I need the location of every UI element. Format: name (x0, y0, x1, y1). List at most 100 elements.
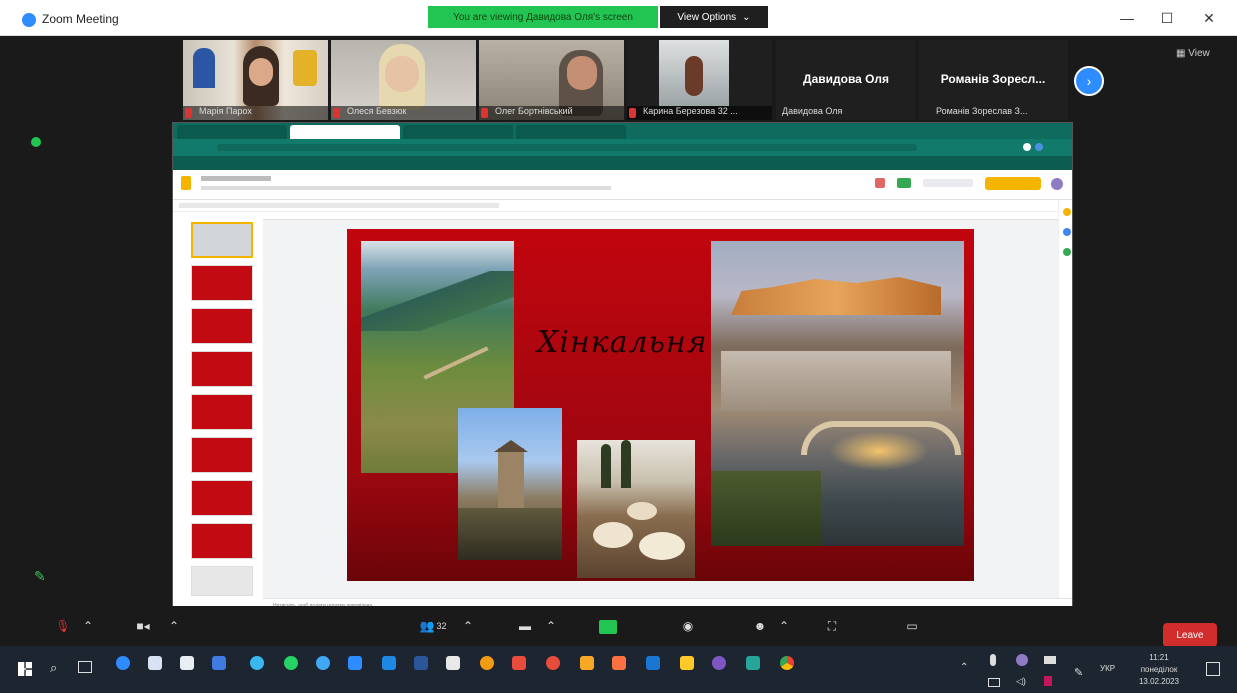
slide-thumbnail[interactable] (191, 523, 253, 559)
participant-video-tile[interactable]: Карина Березова 32 ... (627, 40, 772, 120)
ruler (263, 212, 1058, 220)
folder-icon[interactable] (680, 656, 694, 670)
chat-button[interactable]: ▬ (513, 614, 537, 638)
slide-thumbnail[interactable] (191, 394, 253, 430)
chevron-right-icon: › (1086, 73, 1092, 89)
calculator-icon[interactable] (180, 656, 194, 670)
comments-icon[interactable] (875, 178, 885, 188)
browser-tab[interactable] (516, 125, 626, 139)
slide-thumbnail[interactable] (191, 351, 253, 387)
search-app-icon[interactable] (480, 656, 494, 670)
mute-button[interactable]: 🎙 (48, 614, 78, 638)
user-avatar[interactable] (1051, 178, 1063, 190)
slides-header (173, 170, 1072, 200)
url-field[interactable] (217, 144, 917, 151)
viber-icon[interactable] (712, 656, 726, 670)
powerpoint-icon[interactable] (612, 656, 626, 670)
slide-thumbnail[interactable] (191, 437, 253, 473)
edge-browser-icon[interactable] (116, 656, 130, 670)
side-panel (1058, 200, 1072, 598)
current-slide[interactable]: Хінкальня (347, 229, 974, 581)
chat-options-button[interactable]: ⌃ (541, 614, 561, 638)
telegram-icon[interactable] (316, 656, 330, 670)
contacts-icon[interactable] (1063, 248, 1071, 256)
view-options-button[interactable]: View Options ⌄ (660, 6, 768, 28)
app-tray-icon[interactable] (1016, 654, 1028, 666)
pencil-annotate-icon[interactable]: ✎ (34, 568, 46, 585)
participant-video-tile[interactable]: Олег Бортнівський (479, 40, 624, 120)
profile-avatar[interactable] (1023, 143, 1031, 151)
language-indicator[interactable]: УКР (1100, 664, 1115, 673)
extension-icon[interactable] (1035, 143, 1043, 151)
zoom-taskbar-icon[interactable] (348, 656, 362, 670)
present-button[interactable] (923, 179, 973, 187)
network-icon[interactable] (988, 678, 1000, 687)
tbilisi-city-photo (711, 241, 964, 546)
word-icon[interactable] (414, 656, 428, 670)
pdf-reader-icon[interactable] (512, 656, 526, 670)
participants-options-button[interactable]: ⌃ (458, 614, 478, 638)
document-title[interactable] (201, 176, 271, 181)
slide-thumbnail[interactable] (191, 222, 253, 258)
notifications-icon[interactable] (1206, 662, 1220, 676)
slide-thumbnail[interactable] (191, 566, 253, 596)
battery-icon[interactable] (1044, 656, 1056, 664)
slide-filmstrip (173, 212, 263, 598)
maximize-button[interactable]: ☐ (1152, 8, 1182, 28)
whiteboard-button[interactable]: ▭ (900, 614, 924, 638)
browser-tab-active[interactable] (290, 125, 400, 139)
pen-tray-icon[interactable]: ✎ (1074, 666, 1083, 679)
security-shield-icon[interactable] (31, 137, 41, 147)
participant-video-tile[interactable]: Олеся Бевзюк (331, 40, 476, 120)
photos-icon[interactable] (250, 656, 264, 670)
participant-name-tile[interactable]: Давидова Оля Давидова Оля (776, 40, 916, 120)
browser-tab[interactable] (403, 125, 513, 139)
chrome-icon[interactable] (780, 656, 794, 670)
view-button[interactable]: ▦ View (1176, 48, 1210, 59)
app-icon[interactable] (746, 656, 760, 670)
volume-icon[interactable]: ◁) (1016, 676, 1026, 687)
clock[interactable]: 11:21 понеділок 13.02.2023 (1134, 652, 1184, 688)
mic-muted-icon (185, 108, 192, 118)
share-screen-button[interactable] (599, 620, 617, 634)
reactions-button[interactable]: ☻ (748, 614, 772, 638)
slide-thumbnail[interactable] (191, 480, 253, 516)
app-icon[interactable] (646, 656, 660, 670)
slides-logo-icon[interactable] (181, 176, 191, 190)
app-icon[interactable] (382, 656, 396, 670)
app-icon[interactable] (580, 656, 594, 670)
record-button[interactable]: ◉ (676, 614, 700, 638)
opera-icon[interactable] (546, 656, 560, 670)
app-tray-icon[interactable] (1044, 676, 1052, 686)
minimize-button[interactable]: — (1112, 8, 1142, 28)
reactions-options-button[interactable]: ⌃ (774, 614, 794, 638)
next-participants-button[interactable]: › (1074, 66, 1104, 96)
meet-icon[interactable] (897, 178, 911, 188)
leave-button[interactable]: Leave (1163, 623, 1217, 647)
windows-start-icon[interactable] (18, 662, 32, 676)
apps-button[interactable]: ⛶ (820, 614, 844, 638)
search-icon[interactable]: ⌕ (50, 660, 57, 676)
slide-thumbnail[interactable] (191, 308, 253, 344)
close-window-button[interactable]: ✕ (1194, 8, 1224, 28)
whatsapp-icon[interactable] (284, 656, 298, 670)
share-button[interactable] (985, 177, 1041, 190)
toolbar-buttons[interactable] (179, 203, 499, 208)
mail-icon[interactable] (212, 656, 226, 670)
file-explorer-icon[interactable] (148, 656, 162, 670)
keep-icon[interactable] (1063, 208, 1071, 216)
video-options-button[interactable]: ⌃ (164, 614, 184, 638)
task-view-icon[interactable] (78, 661, 92, 673)
notepad-icon[interactable] (446, 656, 460, 670)
video-button[interactable]: ■◂ (126, 614, 160, 638)
browser-tab[interactable] (177, 125, 287, 139)
tray-overflow-icon[interactable]: ⌃ (960, 662, 968, 673)
slide-thumbnail[interactable] (191, 265, 253, 301)
participant-video-tile[interactable]: Марія Парох (183, 40, 328, 120)
audio-options-button[interactable]: ⌃ (78, 614, 98, 638)
menu-bar[interactable] (201, 186, 611, 190)
tasks-icon[interactable] (1063, 228, 1071, 236)
microphone-tray-icon[interactable] (990, 654, 996, 666)
participants-button[interactable]: 👥 32 (411, 614, 455, 638)
participant-name-tile[interactable]: Романів Зоресл... Романів Зореслав З... (918, 40, 1068, 120)
